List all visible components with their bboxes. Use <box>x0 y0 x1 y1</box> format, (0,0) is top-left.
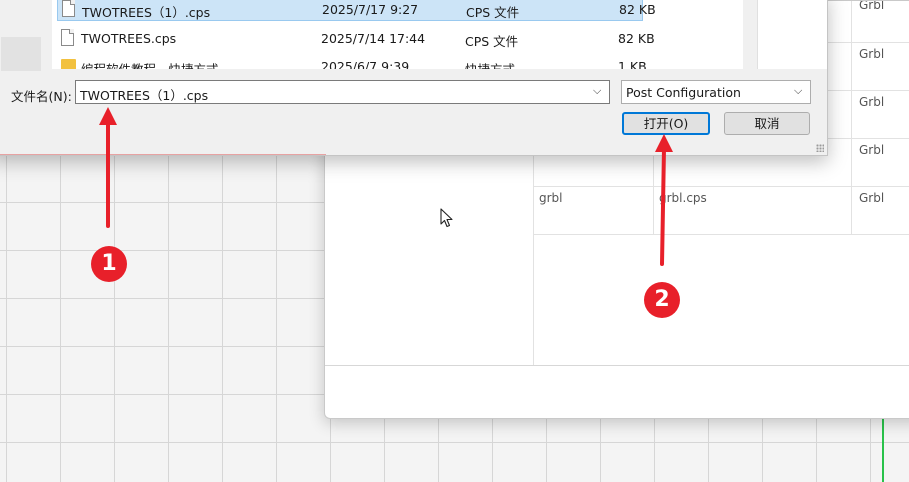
arrow-to-open-button-icon <box>655 134 673 266</box>
step-badge-1: 1 <box>91 246 127 282</box>
arrow-to-filename-icon <box>99 107 117 228</box>
annotation-arrows <box>99 107 673 266</box>
step-badge-2: 2 <box>644 282 680 318</box>
